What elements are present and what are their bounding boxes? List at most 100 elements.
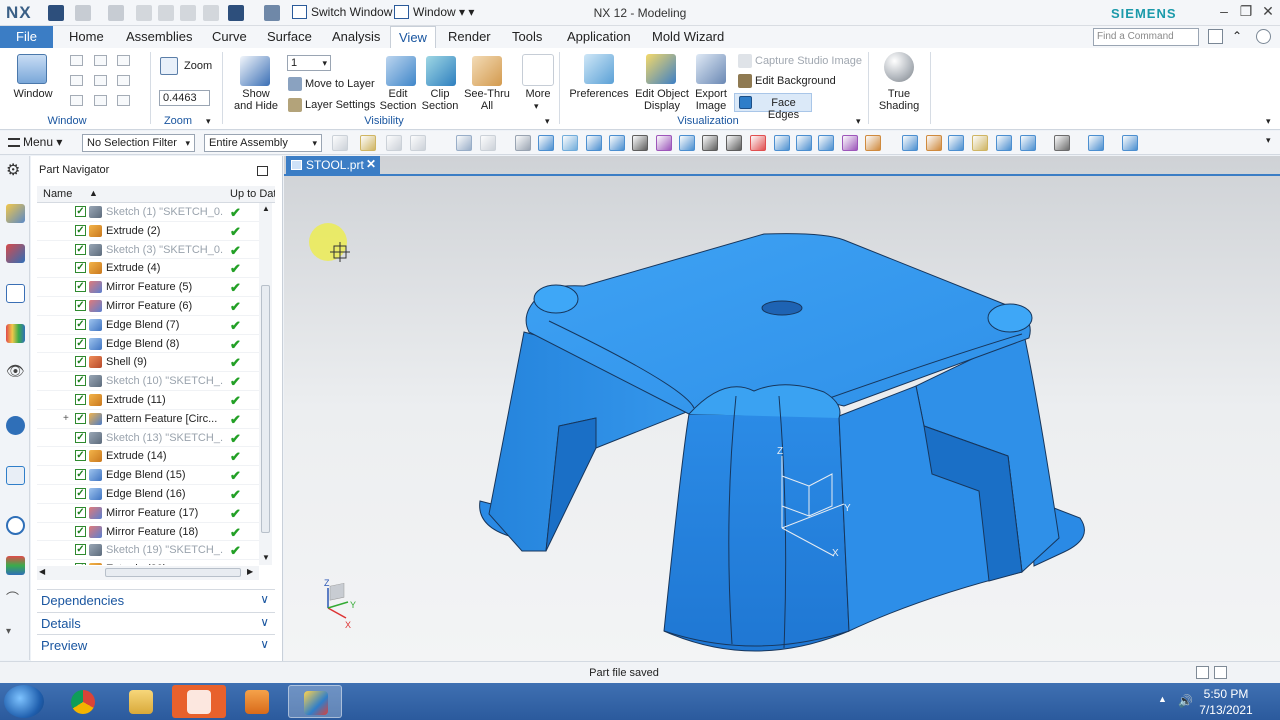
solid-color-icon[interactable] xyxy=(538,135,554,151)
select-all-icon[interactable] xyxy=(386,135,402,151)
feature-visibility-checkbox[interactable]: ✓ xyxy=(75,375,86,387)
taskbar-recorder[interactable] xyxy=(172,685,226,718)
feature-visibility-checkbox[interactable]: ✓ xyxy=(75,337,86,349)
preferences-label[interactable]: Preferences xyxy=(568,88,630,100)
more-icon[interactable] xyxy=(522,54,554,86)
clip-section-label[interactable]: Clip Section xyxy=(418,88,462,112)
tab-tools[interactable]: Tools xyxy=(504,26,550,48)
column-name[interactable]: Name xyxy=(43,188,72,200)
zoom-icon[interactable] xyxy=(160,57,178,75)
feature-visibility-checkbox[interactable]: ✓ xyxy=(75,469,86,481)
preferences-icon[interactable] xyxy=(584,54,614,84)
feature-tree-row[interactable]: ✓ Mirror Feature (17) ✔ xyxy=(37,504,259,523)
tab-home[interactable]: Home xyxy=(61,26,112,48)
column-up-to-date[interactable]: Up to Date xyxy=(230,188,275,200)
status-grid-icon[interactable] xyxy=(1196,666,1209,679)
switch-window-button[interactable]: Switch Window xyxy=(292,5,392,19)
layer-settings-icon[interactable] xyxy=(288,98,302,112)
feature-visibility-checkbox[interactable]: ✓ xyxy=(75,394,86,405)
line-snap-icon[interactable] xyxy=(586,135,602,151)
feature-tree-row[interactable]: ✓ Edge Blend (16) ✔ xyxy=(37,485,259,504)
menu-button[interactable]: Menu ▾ xyxy=(8,135,62,149)
feature-tree-row[interactable]: ✓ Extrude (2) ✔ xyxy=(37,222,259,241)
feature-visibility-checkbox[interactable]: ✓ xyxy=(75,281,86,293)
close-tab-icon[interactable]: ✕ xyxy=(366,157,376,171)
restore-button[interactable]: ❐ xyxy=(1236,3,1256,20)
fullscreen-icon[interactable] xyxy=(1214,666,1227,679)
feature-visibility-checkbox[interactable]: ✓ xyxy=(75,412,86,424)
face-edges-button[interactable]: Face Edges xyxy=(734,93,812,121)
bisect-icon[interactable] xyxy=(702,135,718,151)
spline-icon[interactable] xyxy=(679,135,695,151)
feature-tree-row[interactable]: ✓ Edge Blend (8) ✔ xyxy=(37,335,259,354)
reuse-library-icon[interactable] xyxy=(6,324,25,343)
feature-tree-row[interactable]: ✓ Sketch (3) "SKETCH_0... ✔ xyxy=(37,241,259,260)
feature-visibility-checkbox[interactable]: ✓ xyxy=(75,544,86,556)
edit-section-label[interactable]: Edit Section xyxy=(376,88,420,112)
layout-cell-icon[interactable] xyxy=(117,75,130,86)
repeat-command-icon[interactable] xyxy=(264,5,280,21)
layout-cell-icon[interactable] xyxy=(117,95,130,106)
scrollbar-thumb[interactable] xyxy=(261,285,270,533)
scroll-left-icon[interactable]: ◀ xyxy=(39,567,45,576)
true-shading-label[interactable]: True Shading xyxy=(872,88,926,112)
tab-application[interactable]: Application xyxy=(559,26,639,48)
general-selection-icon[interactable] xyxy=(332,135,348,151)
show-hide-label[interactable]: Show and Hide xyxy=(229,88,283,112)
navigator-horizontal-scrollbar[interactable]: ◀ ▶ xyxy=(37,566,259,580)
feature-tree-row[interactable]: ✓ Extrude (20) ✔ xyxy=(37,560,259,565)
save-options-icon[interactable] xyxy=(228,5,244,21)
model-scene[interactable]: Z Y X Z Y X xyxy=(284,156,1280,661)
scroll-up-icon[interactable]: ▲ xyxy=(262,204,270,213)
feature-tree-row[interactable]: ✓ Edge Blend (15) ✔ xyxy=(37,466,259,485)
preview-panel[interactable]: Preview ∨ xyxy=(37,634,275,654)
curve-snap-icon[interactable] xyxy=(656,135,672,151)
endpoint-icon[interactable] xyxy=(609,135,625,151)
feature-visibility-checkbox[interactable]: ✓ xyxy=(75,262,86,274)
layout-cell-icon[interactable] xyxy=(94,55,107,66)
ribbon-overflow-icon[interactable]: ▾ xyxy=(1266,115,1271,127)
help-icon[interactable] xyxy=(1256,29,1271,44)
cut-icon[interactable] xyxy=(136,5,152,21)
constraint-navigator-icon[interactable] xyxy=(6,244,25,263)
intersection-icon[interactable] xyxy=(774,135,790,151)
layout-cell-icon[interactable] xyxy=(94,75,107,86)
feature-tree-row[interactable]: ✓ Sketch (19) "SKETCH_... ✔ xyxy=(37,541,259,561)
pan-view-icon[interactable] xyxy=(972,135,988,151)
clock-date[interactable]: 7/13/2021 xyxy=(1196,703,1256,717)
wcs-icon[interactable] xyxy=(996,135,1012,151)
dependencies-panel[interactable]: Dependencies ∨ xyxy=(37,589,275,609)
volume-icon[interactable]: 🔊 xyxy=(1178,694,1193,708)
window-menu-button[interactable]: Window ▾ ▾ xyxy=(394,5,474,19)
history-clock-icon[interactable] xyxy=(6,516,25,535)
edit-object-display-label[interactable]: Edit Object Display xyxy=(632,88,692,112)
scrollbar-thumb[interactable] xyxy=(105,568,241,577)
feature-visibility-checkbox[interactable]: ✓ xyxy=(75,488,86,499)
feature-tree-row[interactable]: ✓ Extrude (4) ✔ xyxy=(37,259,259,279)
resource-bar-options-icon[interactable]: ▾ xyxy=(6,626,25,645)
assembly-navigator-icon[interactable] xyxy=(6,204,25,223)
expand-toggle-icon[interactable]: + xyxy=(63,413,69,424)
shading-options-icon[interactable] xyxy=(1054,135,1070,151)
taskbar-chrome[interactable] xyxy=(56,685,110,718)
tab-render[interactable]: Render xyxy=(440,26,499,48)
box-select-icon[interactable] xyxy=(480,135,496,151)
settings-gear-icon[interactable]: ⚙ xyxy=(6,160,25,179)
work-layer-select[interactable]: 1 ▾ xyxy=(287,55,331,71)
system-materials-icon[interactable] xyxy=(6,556,25,575)
export-image-icon[interactable] xyxy=(696,54,726,84)
part-navigator-icon[interactable] xyxy=(6,284,25,303)
rotate-view-icon[interactable] xyxy=(948,135,964,151)
fit-view-icon[interactable] xyxy=(902,135,918,151)
feature-visibility-checkbox[interactable]: ✓ xyxy=(75,431,86,443)
edit-background-label[interactable]: Edit Background xyxy=(755,75,836,87)
feature-visibility-checkbox[interactable]: ✓ xyxy=(75,525,86,537)
tab-analysis[interactable]: Analysis xyxy=(324,26,388,48)
feature-visibility-checkbox[interactable]: ✓ xyxy=(75,506,86,518)
taskbar-nx[interactable] xyxy=(288,685,342,718)
see-thru-all-label[interactable]: See-Thru All xyxy=(463,88,511,112)
snap-enable-icon[interactable] xyxy=(562,135,578,151)
tab-view[interactable]: View xyxy=(390,26,436,48)
tab-surface[interactable]: Surface xyxy=(259,26,320,48)
window-icon[interactable] xyxy=(17,54,47,84)
